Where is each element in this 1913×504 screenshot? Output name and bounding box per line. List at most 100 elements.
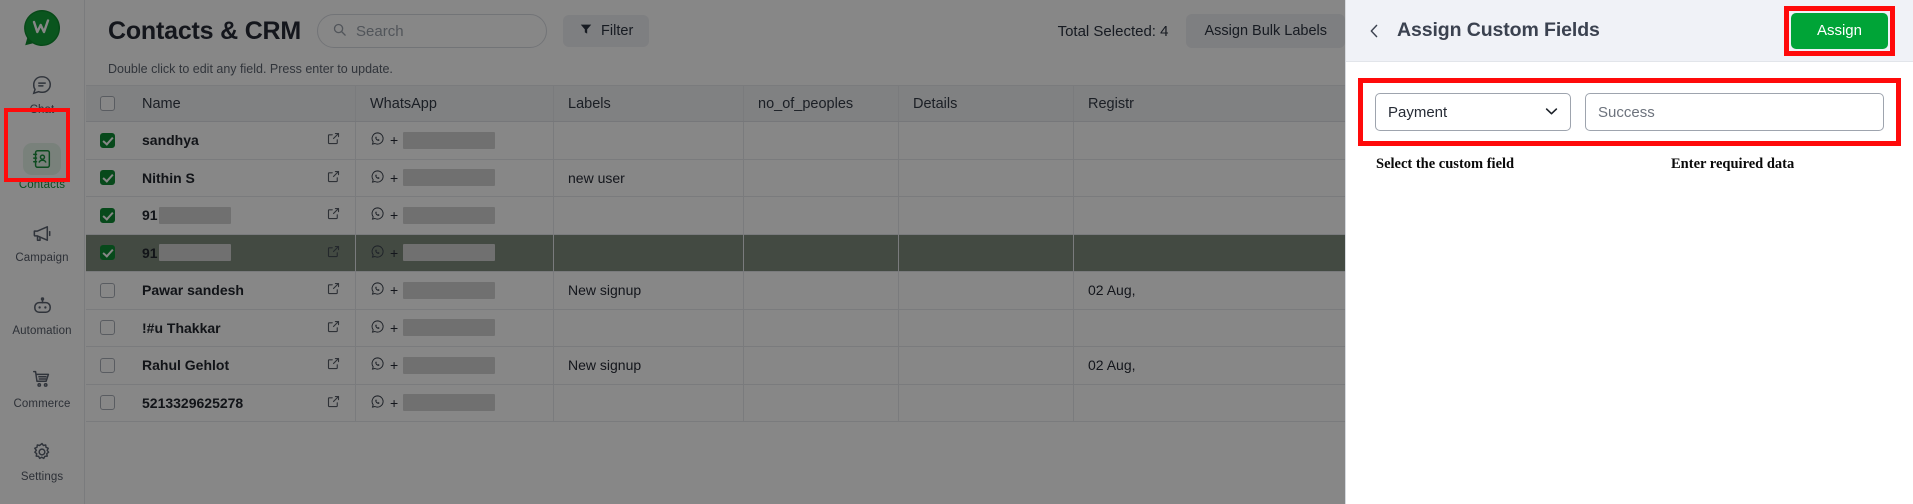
open-contact-icon[interactable] <box>326 319 341 337</box>
row-checkbox-cell[interactable] <box>86 272 128 309</box>
row-checkbox-cell[interactable] <box>86 347 128 384</box>
table-row[interactable]: sandhya + <box>86 122 1345 160</box>
cell-registered[interactable] <box>1074 122 1259 159</box>
row-checkbox[interactable] <box>99 320 115 336</box>
cell-registered[interactable] <box>1074 197 1259 234</box>
cell-registered[interactable] <box>1074 310 1259 347</box>
cell-no-of-peoples[interactable] <box>744 272 899 309</box>
cell-name[interactable]: Rahul Gehlot <box>128 347 356 384</box>
row-checkbox[interactable] <box>99 282 115 298</box>
select-all-checkbox[interactable] <box>99 96 115 111</box>
cell-registered[interactable]: 02 Aug, <box>1074 347 1259 384</box>
sidebar-item-campaign[interactable]: Campaign <box>9 212 75 269</box>
cell-name[interactable]: Nithin S <box>128 159 356 196</box>
column-header-labels[interactable]: Labels <box>554 86 744 121</box>
custom-field-select[interactable]: Payment <box>1375 93 1571 131</box>
table-row[interactable]: Rahul Gehlot + New signup 02 Aug, <box>86 347 1345 385</box>
cell-labels[interactable]: new user <box>554 159 744 196</box>
row-checkbox-cell[interactable] <box>86 235 128 272</box>
cell-labels[interactable] <box>554 384 744 421</box>
cell-name[interactable]: 91 <box>128 197 356 234</box>
cell-no-of-peoples[interactable] <box>744 234 899 271</box>
open-contact-icon[interactable] <box>326 356 341 374</box>
sidebar-item-chat[interactable]: Chat <box>9 64 75 121</box>
sidebar-item-contacts[interactable]: Contacts <box>9 137 75 196</box>
table-row[interactable]: !#u Thakkar + <box>86 309 1345 347</box>
cell-registered[interactable] <box>1074 160 1259 197</box>
cell-name[interactable]: Pawar sandesh <box>128 272 356 309</box>
table-row[interactable]: 91 + <box>86 234 1345 272</box>
filter-button[interactable]: Filter <box>563 15 650 47</box>
cell-whatsapp[interactable]: + <box>356 234 554 271</box>
cell-no-of-peoples[interactable] <box>744 159 899 196</box>
cell-name[interactable]: 5213329625278 <box>128 384 356 421</box>
cell-whatsapp[interactable]: + <box>356 309 554 346</box>
chevron-left-icon[interactable] <box>1366 21 1383 41</box>
assign-bulk-labels-button[interactable]: Assign Bulk Labels <box>1186 14 1345 48</box>
cell-details[interactable] <box>899 159 1074 196</box>
select-all-checkbox-cell[interactable] <box>86 86 128 121</box>
table-row[interactable]: Nithin S + new user <box>86 159 1345 197</box>
open-contact-icon[interactable] <box>326 244 341 262</box>
cell-whatsapp[interactable]: + <box>356 197 554 234</box>
row-checkbox[interactable] <box>99 132 115 148</box>
table-row[interactable]: 5213329625278 + <box>86 384 1345 422</box>
cell-details[interactable] <box>899 309 1074 346</box>
cell-no-of-peoples[interactable] <box>744 347 899 384</box>
cell-name[interactable]: 91 <box>128 234 356 271</box>
cell-labels[interactable]: New signup <box>554 347 744 384</box>
cell-whatsapp[interactable]: + <box>356 122 554 159</box>
cell-name[interactable]: !#u Thakkar <box>128 309 356 346</box>
cell-registered[interactable] <box>1074 385 1259 422</box>
search-input[interactable]: Search <box>317 14 548 48</box>
sidebar-item-commerce[interactable]: Commerce <box>9 358 75 415</box>
cell-no-of-peoples[interactable] <box>744 384 899 421</box>
open-contact-icon[interactable] <box>326 131 341 149</box>
cell-registered[interactable] <box>1074 235 1259 272</box>
cell-no-of-peoples[interactable] <box>744 122 899 159</box>
column-header-name[interactable]: Name <box>128 86 356 121</box>
sidebar-item-automation[interactable]: Automation <box>9 285 75 342</box>
row-checkbox[interactable] <box>99 357 115 373</box>
cell-whatsapp[interactable]: + <box>356 347 554 384</box>
cell-whatsapp[interactable]: + <box>356 159 554 196</box>
column-header-registered[interactable]: Registr <box>1074 86 1259 121</box>
open-contact-icon[interactable] <box>326 169 341 187</box>
table-row[interactable]: 91 + <box>86 197 1345 235</box>
cell-details[interactable] <box>899 272 1074 309</box>
cell-labels[interactable] <box>554 122 744 159</box>
cell-details[interactable] <box>899 234 1074 271</box>
custom-field-value-input[interactable]: Success <box>1585 93 1884 131</box>
cell-details[interactable] <box>899 384 1074 421</box>
assign-button[interactable]: Assign <box>1790 12 1888 49</box>
row-checkbox-cell[interactable] <box>86 310 128 347</box>
cell-details[interactable] <box>899 347 1074 384</box>
row-checkbox-cell[interactable] <box>86 385 128 422</box>
cell-details[interactable] <box>899 122 1074 159</box>
cell-no-of-peoples[interactable] <box>744 309 899 346</box>
column-header-no-of-peoples[interactable]: no_of_peoples <box>744 86 899 121</box>
row-checkbox[interactable] <box>99 245 115 261</box>
cell-name[interactable]: sandhya <box>128 122 356 159</box>
cell-registered[interactable]: 02 Aug, <box>1074 272 1259 309</box>
cell-details[interactable] <box>899 197 1074 234</box>
cell-whatsapp[interactable]: + <box>356 384 554 421</box>
table-row[interactable]: Pawar sandesh + New signup 02 Aug, <box>86 272 1345 310</box>
cell-labels[interactable] <box>554 234 744 271</box>
column-header-details[interactable]: Details <box>899 86 1074 121</box>
row-checkbox-cell[interactable] <box>86 122 128 159</box>
row-checkbox[interactable] <box>99 395 115 411</box>
sidebar-item-settings[interactable]: Settings <box>9 431 75 488</box>
open-contact-icon[interactable] <box>326 281 341 299</box>
open-contact-icon[interactable] <box>326 394 341 412</box>
cell-labels[interactable] <box>554 197 744 234</box>
cell-labels[interactable]: New signup <box>554 272 744 309</box>
open-contact-icon[interactable] <box>326 206 341 224</box>
cell-no-of-peoples[interactable] <box>744 197 899 234</box>
column-header-whatsapp[interactable]: WhatsApp <box>356 86 554 121</box>
row-checkbox[interactable] <box>99 170 115 186</box>
row-checkbox[interactable] <box>99 207 115 223</box>
row-checkbox-cell[interactable] <box>86 160 128 197</box>
cell-whatsapp[interactable]: + <box>356 272 554 309</box>
row-checkbox-cell[interactable] <box>86 197 128 234</box>
